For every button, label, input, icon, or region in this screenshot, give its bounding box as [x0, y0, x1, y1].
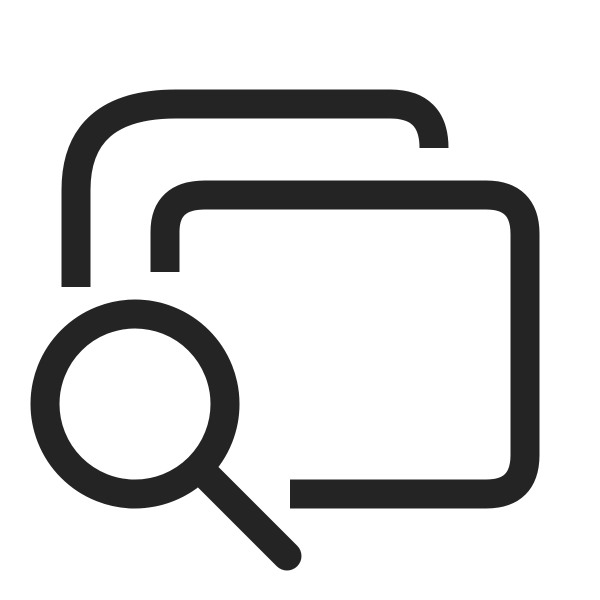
icon-canvas [0, 0, 600, 600]
magnifier-handle-icon [190, 459, 302, 571]
search-multiple-windows-icon [30, 89, 540, 571]
